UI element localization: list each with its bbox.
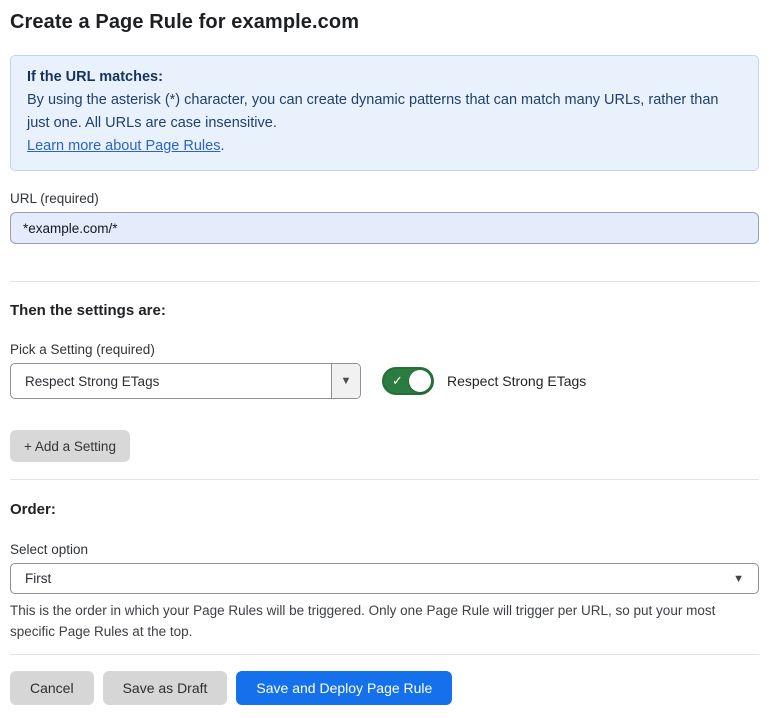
- setting-toggle-label: Respect Strong ETags: [447, 373, 586, 389]
- save-and-deploy-button[interactable]: Save and Deploy Page Rule: [236, 671, 452, 705]
- url-match-info-box: If the URL matches: By using the asteris…: [10, 55, 759, 171]
- setting-select[interactable]: Respect Strong ETags ▼: [10, 363, 361, 399]
- setting-select-dropdown-button[interactable]: ▼: [331, 364, 360, 398]
- order-help-text: This is the order in which your Page Rul…: [10, 600, 759, 642]
- setting-picker-label: Pick a Setting (required): [10, 342, 759, 357]
- checkmark-icon: ✓: [392, 374, 403, 387]
- chevron-down-icon: ▼: [733, 573, 744, 585]
- toggle-knob: [409, 370, 431, 392]
- order-select-value: First: [25, 571, 51, 586]
- setting-select-value: Respect Strong ETags: [11, 364, 331, 398]
- order-select[interactable]: First ▼: [10, 563, 759, 594]
- url-field-label: URL (required): [10, 191, 759, 206]
- divider: [10, 654, 759, 655]
- chevron-down-icon: ▼: [341, 375, 352, 387]
- learn-more-link[interactable]: Learn more about Page Rules: [27, 138, 220, 154]
- setting-row: Respect Strong ETags ▼ ✓ Respect Strong …: [10, 363, 759, 399]
- divider: [10, 281, 759, 282]
- order-section-heading: Order:: [10, 501, 759, 518]
- add-setting-button[interactable]: + Add a Setting: [10, 430, 130, 462]
- info-box-link-line: Learn more about Page Rules.: [27, 135, 742, 158]
- link-suffix: .: [220, 138, 224, 154]
- settings-section-heading: Then the settings are:: [10, 302, 759, 319]
- divider: [10, 479, 759, 480]
- info-box-body: By using the asterisk (*) character, you…: [27, 89, 742, 135]
- order-select-label: Select option: [10, 542, 759, 557]
- cancel-button[interactable]: Cancel: [10, 671, 94, 705]
- footer-button-row: Cancel Save as Draft Save and Deploy Pag…: [10, 671, 759, 705]
- page-title: Create a Page Rule for example.com: [10, 11, 759, 34]
- url-input[interactable]: [10, 212, 759, 244]
- setting-toggle[interactable]: ✓: [382, 367, 434, 395]
- save-as-draft-button[interactable]: Save as Draft: [103, 671, 228, 705]
- info-box-heading: If the URL matches:: [27, 66, 742, 89]
